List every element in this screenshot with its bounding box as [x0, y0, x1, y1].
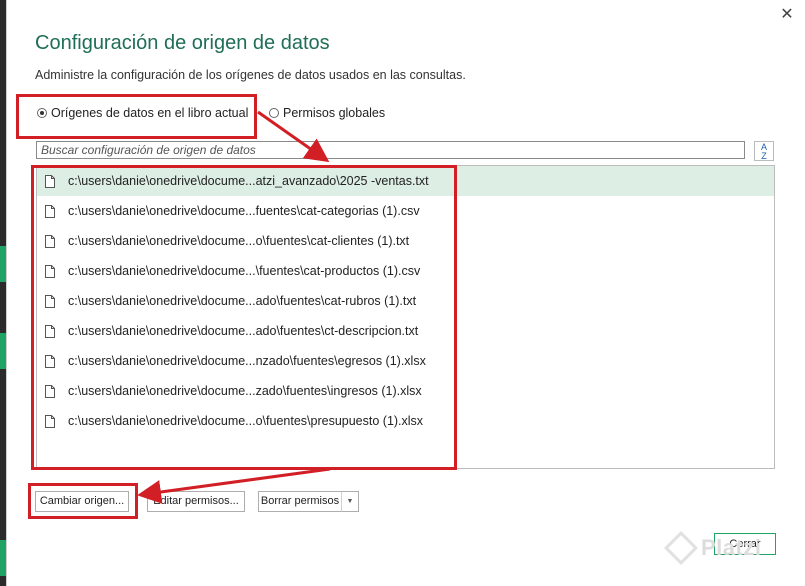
annotation-arrow-to-button — [137, 467, 331, 504]
annotation-arrow-to-list — [257, 110, 330, 163]
annotation-arrows — [137, 110, 331, 504]
